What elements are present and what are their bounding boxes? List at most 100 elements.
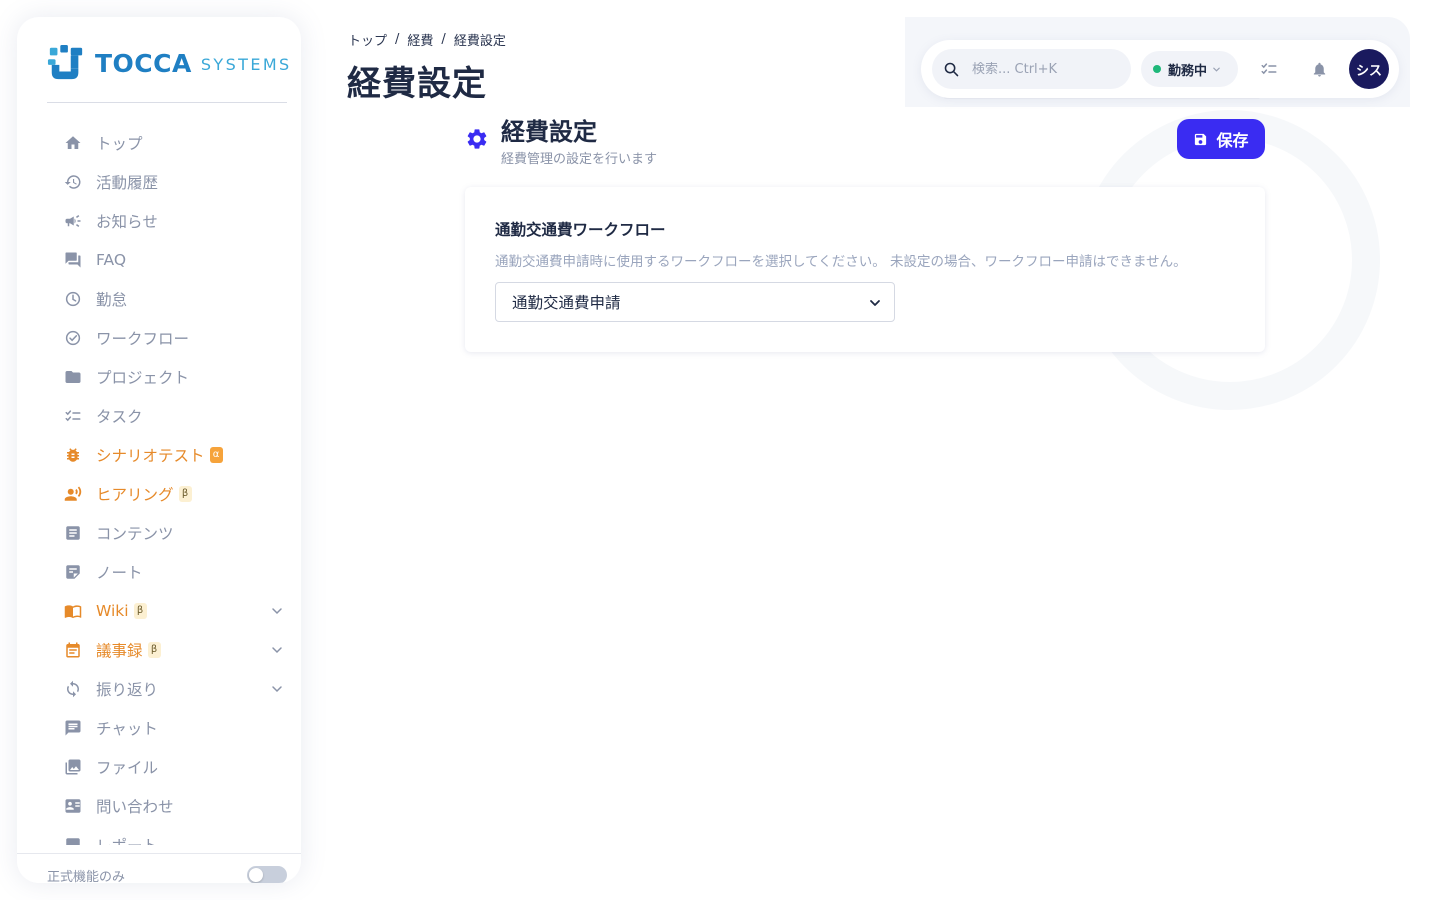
sidebar-item-inquiry[interactable]: 問い合わせ <box>63 786 283 825</box>
topbar: 勤務中 シス <box>921 40 1399 98</box>
clock-icon <box>63 289 83 309</box>
sidebar-item-label: チャット <box>96 719 158 738</box>
bell-icon <box>1313 62 1325 77</box>
sidebar-item-scenario-test[interactable]: シナリオテスト α <box>63 435 283 474</box>
sidebar-item-faq[interactable]: FAQ <box>63 240 283 279</box>
commute-workflow-card: 通勤交通費ワークフロー 通勤交通費申請時に使用するワークフローを選択してください… <box>465 187 1265 352</box>
sidebar-item-label: プロジェクト <box>96 368 190 387</box>
sidebar-item-label: 振り返り <box>96 680 159 699</box>
sidebar-item-label: ノート <box>96 563 143 582</box>
sidebar-item-label: レポート <box>96 834 158 846</box>
sidebar-item-attendance[interactable]: 勤怠 <box>63 279 283 318</box>
image-library-icon <box>63 757 83 777</box>
sidebar-item-label: 問い合わせ <box>96 797 174 816</box>
toggle-knob <box>249 868 263 882</box>
sidebar-item-activity[interactable]: 活動履歴 <box>63 162 283 201</box>
check-circle-icon <box>63 328 83 348</box>
official-only-toggle[interactable] <box>247 866 287 883</box>
sidebar-item-contents[interactable]: コンテンツ <box>63 513 283 552</box>
brand-name: TOCCA <box>95 48 192 78</box>
sidebar-item-task[interactable]: タスク <box>63 396 283 435</box>
search-box[interactable] <box>932 49 1131 89</box>
alpha-badge: α <box>209 446 223 463</box>
note-icon <box>63 562 83 582</box>
checklist-icon <box>1261 63 1277 75</box>
sidebar-item-label: 活動履歴 <box>96 173 159 192</box>
sidebar: TOCCA SYSTEMS トップ 活動履歴 お知らせ FAQ 勤怠 ワークフロ… <box>17 17 301 883</box>
section-title: 経費設定 <box>501 118 597 146</box>
sidebar-item-label: Wiki <box>96 601 129 620</box>
message-icon <box>63 718 83 738</box>
task-list-button[interactable] <box>1259 59 1279 79</box>
status-label: 勤務中 <box>1168 63 1208 79</box>
save-button-label: 保存 <box>1216 133 1249 150</box>
sidebar-item-news[interactable]: お知らせ <box>63 201 283 240</box>
chevron-down-icon[interactable] <box>271 683 283 695</box>
page-title: 経費設定 <box>347 64 487 104</box>
beta-badge: β <box>178 485 192 502</box>
status-dot <box>1153 65 1161 73</box>
logo-divider <box>47 102 287 103</box>
sidebar-item-workflow[interactable]: ワークフロー <box>63 318 283 357</box>
gear-icon <box>467 129 487 149</box>
save-button[interactable]: 保存 <box>1177 119 1265 159</box>
sidebar-footer: 正式機能のみ <box>17 853 301 883</box>
notifications-button[interactable] <box>1309 59 1329 79</box>
save-icon <box>1195 133 1207 145</box>
workflow-select-value: 通勤交通費申請 <box>512 294 621 312</box>
chat-bubbles-icon <box>63 250 83 270</box>
sidebar-item-minutes[interactable]: 議事録 β <box>63 630 283 669</box>
article-icon <box>63 523 83 543</box>
user-avatar[interactable]: シス <box>1349 49 1389 89</box>
breadcrumb-item-expense[interactable]: 経費 <box>407 30 433 49</box>
breadcrumb: トップ / 経費 / 経費設定 <box>348 30 506 49</box>
brand-suffix: SYSTEMS <box>200 55 292 74</box>
book-icon <box>63 601 83 621</box>
breadcrumb-item-top[interactable]: トップ <box>348 30 387 49</box>
beta-badge: β <box>147 641 161 658</box>
official-only-label: 正式機能のみ <box>47 870 126 883</box>
sidebar-item-label: ヒアリング <box>96 485 174 504</box>
sidebar-item-label: トップ <box>96 134 143 153</box>
history-icon <box>63 172 83 192</box>
tocca-logo-icon <box>47 44 83 80</box>
chevron-down-icon <box>870 300 880 306</box>
breadcrumb-separator: / <box>441 32 446 47</box>
sidebar-item-project[interactable]: プロジェクト <box>63 357 283 396</box>
sidebar-item-label: 議事録 <box>96 641 143 660</box>
section-description: 経費管理の設定を行います <box>501 152 658 167</box>
workflow-select[interactable]: 通勤交通費申請 <box>495 282 895 322</box>
sidebar-item-label: ワークフロー <box>96 329 190 348</box>
sidebar-item-report[interactable]: レポート <box>63 825 283 845</box>
search-icon <box>944 62 959 76</box>
settings-header: 経費設定 経費管理の設定を行います 保存 <box>465 112 1265 168</box>
sidebar-item-label: タスク <box>96 407 143 426</box>
refresh-icon <box>63 679 83 699</box>
sidebar-item-files[interactable]: ファイル <box>63 747 283 786</box>
search-input[interactable] <box>972 61 1122 77</box>
megaphone-icon <box>63 211 83 231</box>
card-description: 通勤交通費申請時に使用するワークフローを選択してください。 未設定の場合、ワーク… <box>495 254 1187 270</box>
breadcrumb-separator: / <box>395 32 400 47</box>
checklist-icon <box>63 406 83 426</box>
folder-icon <box>63 367 83 387</box>
chevron-down-icon[interactable] <box>271 605 283 617</box>
chevron-down-icon[interactable] <box>271 644 283 656</box>
sidebar-item-note[interactable]: ノート <box>63 552 283 591</box>
calendar-icon <box>63 640 83 660</box>
brand-logo[interactable]: TOCCA SYSTEMS <box>47 43 292 83</box>
work-status-dropdown[interactable]: 勤務中 <box>1141 51 1238 87</box>
sidebar-item-chat[interactable]: チャット <box>63 708 283 747</box>
chevron-down-icon <box>1213 67 1220 72</box>
bug-icon <box>63 445 83 465</box>
sidebar-item-label: ファイル <box>96 758 159 777</box>
beta-badge: β <box>133 602 147 619</box>
home-icon <box>63 133 83 153</box>
sidebar-item-hearing[interactable]: ヒアリング β <box>63 474 283 513</box>
sidebar-item-top[interactable]: トップ <box>63 123 283 162</box>
breadcrumb-item-current: 経費設定 <box>453 34 506 49</box>
report-icon <box>63 835 83 845</box>
sidebar-item-retrospective[interactable]: 振り返り <box>63 669 283 708</box>
sidebar-item-wiki[interactable]: Wiki β <box>63 591 283 630</box>
sidebar-item-label: シナリオテスト <box>96 446 205 465</box>
